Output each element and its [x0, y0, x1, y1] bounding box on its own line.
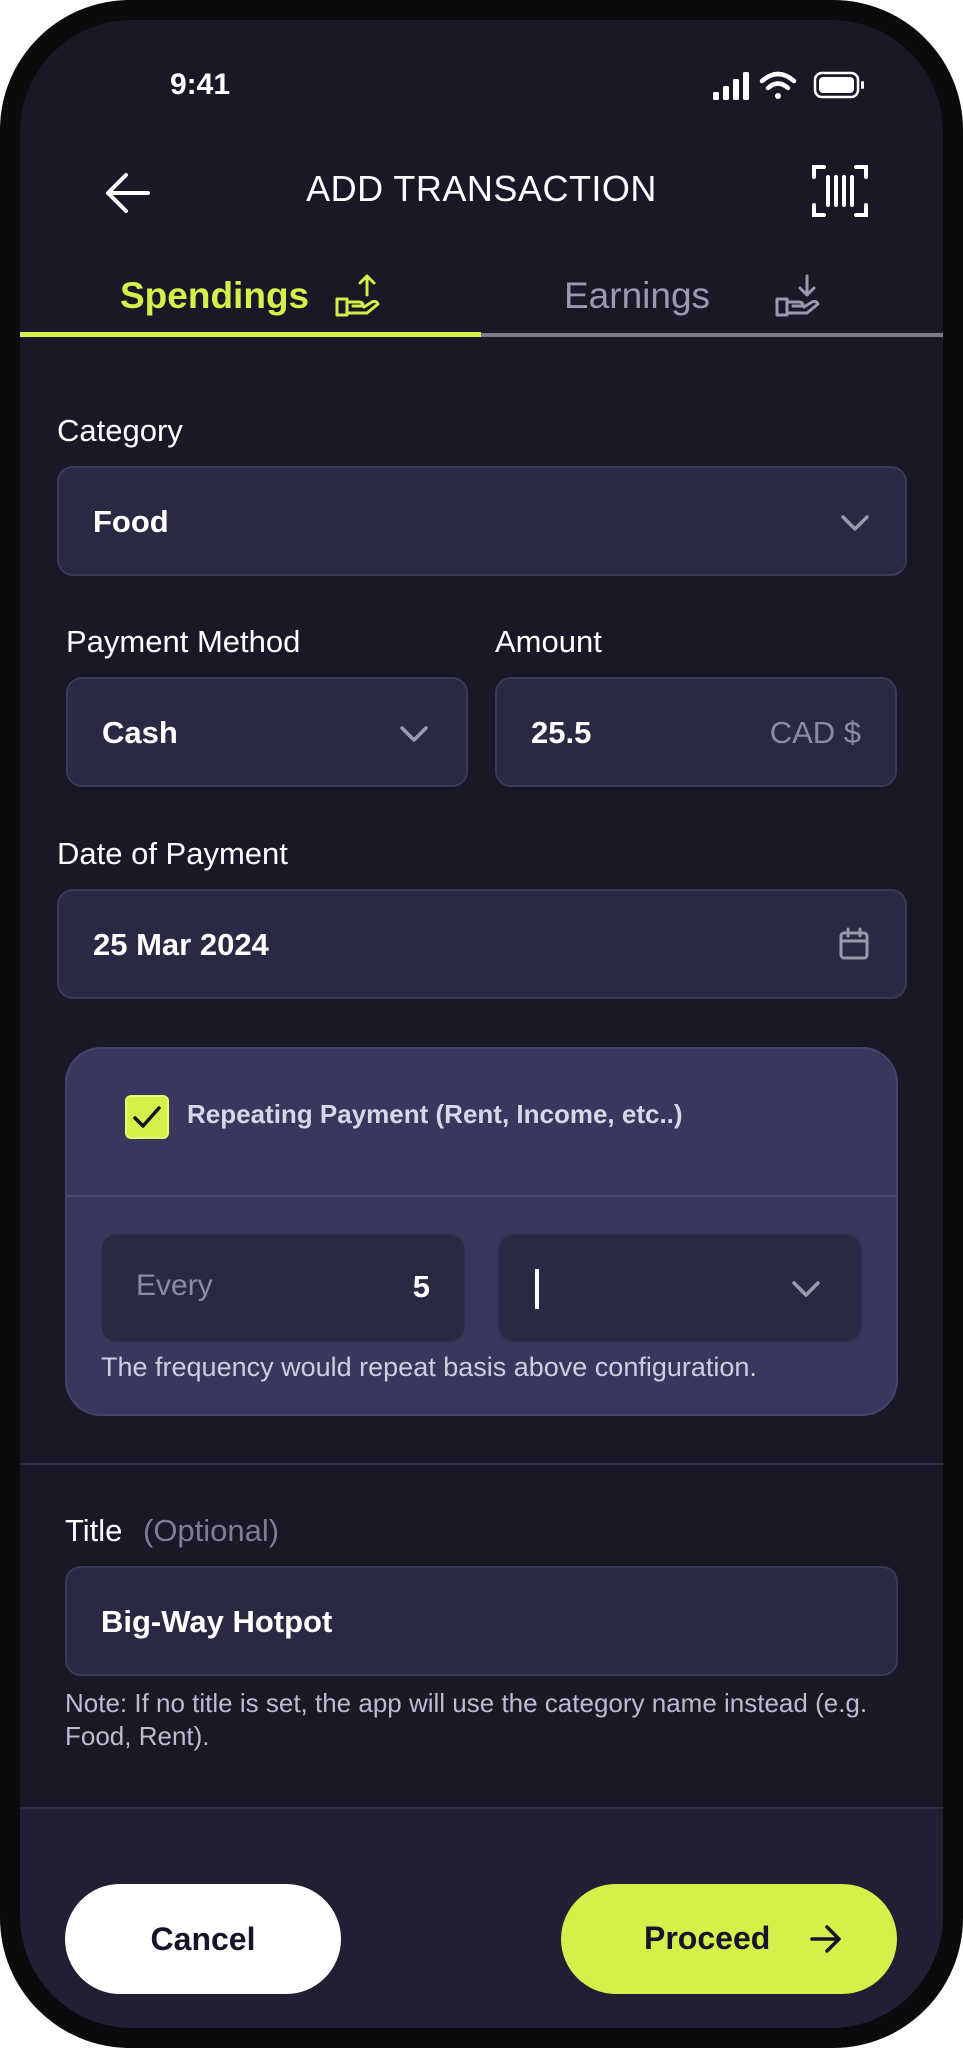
title-input[interactable]: Big-Way Hotpot [65, 1566, 898, 1676]
frequency-note: The frequency would repeat basis above c… [101, 1352, 757, 1382]
hand-coin-up-icon [335, 274, 380, 317]
title-value: Big-Way Hotpot [101, 1604, 333, 1639]
tab-spendings[interactable]: Spendings [20, 265, 481, 355]
title-label: Title [65, 1513, 123, 1548]
checkmark-icon [133, 1106, 161, 1128]
status-time: 9:41 [169, 68, 231, 101]
cancel-button[interactable]: Cancel [65, 1884, 341, 1994]
section-divider [20, 1463, 943, 1465]
amount-label: Amount [495, 624, 602, 659]
repeating-payment-card: Repeating Payment (Rent, Income, etc..) … [65, 1047, 898, 1416]
category-value: Food [93, 504, 169, 539]
chevron-down-icon [841, 515, 869, 531]
barcode-scan-button[interactable] [810, 163, 870, 219]
cancel-button-label: Cancel [150, 1921, 256, 1957]
amount-input[interactable]: 25.5 CAD $ [495, 677, 897, 787]
every-label: Every [136, 1269, 213, 1302]
phone-frame: 9:41 ADD TRANSACTION Spendings Earnings … [0, 0, 963, 2048]
chevron-down-icon [792, 1281, 820, 1297]
barcode-scan-icon [812, 165, 868, 217]
arrow-right-icon [810, 1925, 841, 1953]
arrow-left-icon [106, 173, 150, 213]
every-value: 5 [412, 1269, 430, 1304]
text-cursor [535, 1269, 539, 1309]
amount-value: 25.5 [531, 715, 592, 750]
payment-method-value: Cash [102, 715, 178, 750]
page-title: ADD TRANSACTION [306, 168, 657, 209]
repeating-payment-checkbox[interactable] [125, 1095, 169, 1139]
repeating-payment-label: Repeating Payment (Rent, Income, etc..) [187, 1099, 683, 1129]
chevron-down-icon [400, 726, 428, 742]
date-label: Date of Payment [57, 836, 288, 871]
title-optional-hint: (Optional) [143, 1513, 280, 1548]
tab-indicator-inactive [481, 333, 943, 337]
hand-coin-down-icon [775, 274, 820, 317]
tab-earnings-label: Earnings [564, 275, 711, 316]
tab-spendings-label: Spendings [120, 275, 310, 316]
proceed-button-label: Proceed [644, 1920, 771, 1956]
status-icons [713, 71, 864, 100]
bottom-action-bar: Cancel Proceed [20, 1807, 943, 2028]
repeat-unit-select[interactable] [498, 1234, 862, 1342]
app-screen: 9:41 ADD TRANSACTION Spendings Earnings … [20, 20, 943, 2028]
currency-suffix: CAD $ [769, 715, 861, 750]
category-label: Category [57, 413, 183, 448]
date-value: 25 Mar 2024 [93, 927, 269, 962]
card-divider [67, 1195, 896, 1197]
date-picker-field[interactable]: 25 Mar 2024 [57, 889, 907, 999]
category-select[interactable]: Food [57, 466, 907, 576]
payment-method-label: Payment Method [66, 624, 301, 659]
payment-method-select[interactable]: Cash [66, 677, 468, 787]
tab-earnings[interactable]: Earnings [481, 265, 943, 355]
title-note: Note: If no title is set, the app will u… [65, 1688, 868, 1751]
tab-indicator-active [20, 332, 481, 337]
wifi-icon [759, 71, 797, 99]
back-button[interactable] [100, 165, 160, 221]
repeat-every-input[interactable]: Every 5 [101, 1234, 465, 1342]
proceed-button[interactable]: Proceed [561, 1884, 897, 1994]
calendar-icon[interactable] [836, 926, 872, 962]
signal-icon [713, 72, 749, 100]
battery-icon [813, 71, 864, 99]
